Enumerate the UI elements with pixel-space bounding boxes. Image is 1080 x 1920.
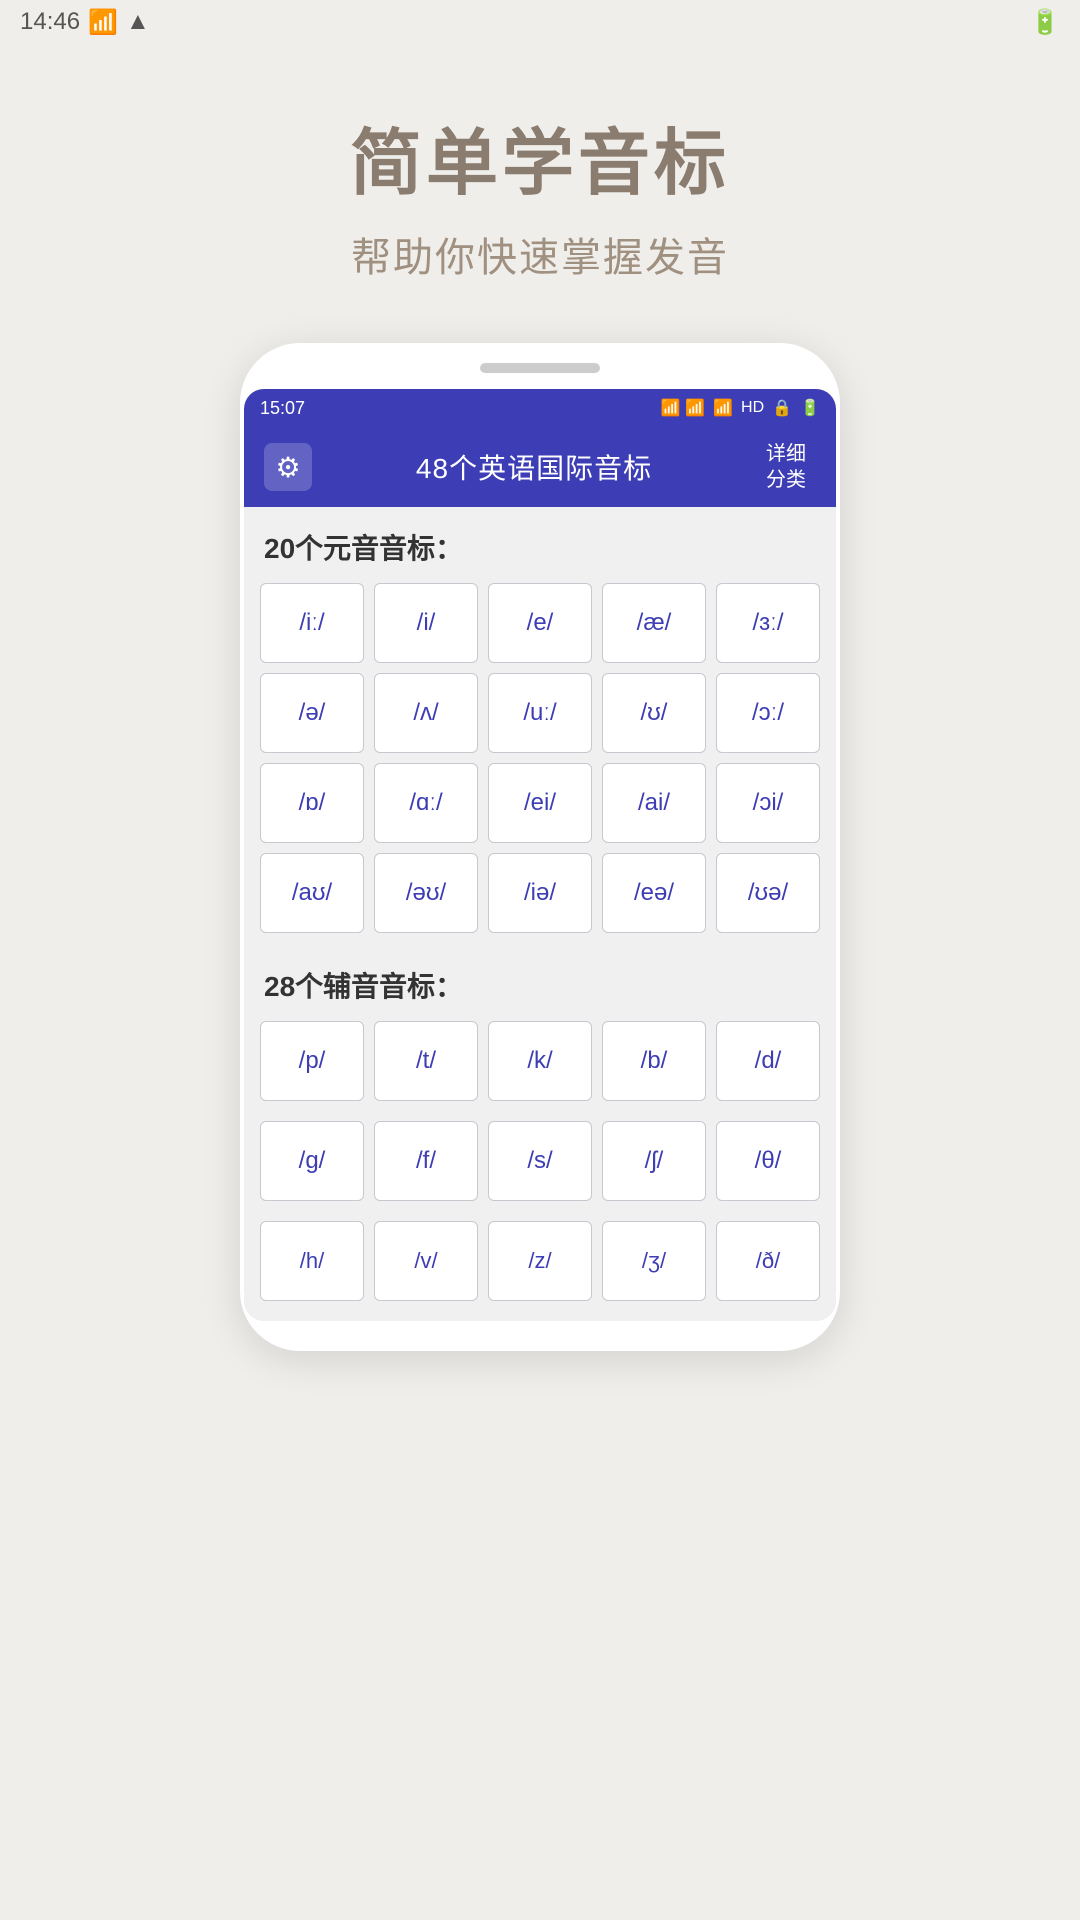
detail-classification-button[interactable]: 详细 分类 bbox=[756, 441, 816, 493]
phoneme-cell[interactable]: /æ/ bbox=[602, 583, 706, 663]
vowels-section-title: 20个元音音标： bbox=[260, 527, 820, 567]
phoneme-cell[interactable]: /ʌ/ bbox=[374, 673, 478, 753]
inner-signal-icon: 📶 📶 bbox=[661, 398, 705, 418]
phone-screen: 15:07 📶 📶 📶 HD 🔒 🔋 ⚙ 48个英语国际音标 详细 分类 20个… bbox=[244, 389, 836, 1321]
app-header: ⚙ 48个英语国际音标 详细 分类 bbox=[244, 427, 836, 507]
phoneme-cell[interactable]: /əʊ/ bbox=[374, 853, 478, 933]
inner-battery-icon: 🔋 bbox=[800, 398, 820, 418]
time-display: 14:46 bbox=[20, 8, 80, 36]
phoneme-cell[interactable]: /iə/ bbox=[488, 853, 592, 933]
inner-lock-icon: 🔒 bbox=[772, 398, 792, 418]
phone-notch bbox=[480, 363, 600, 373]
phoneme-cell[interactable]: /ʊ/ bbox=[602, 673, 706, 753]
inner-hd-icon: HD bbox=[741, 399, 764, 417]
phoneme-cell[interactable]: /ʊə/ bbox=[716, 853, 820, 933]
phoneme-cell[interactable]: /ɔi/ bbox=[716, 763, 820, 843]
phoneme-cell[interactable]: /b/ bbox=[602, 1021, 706, 1101]
phoneme-cell[interactable]: /d/ bbox=[716, 1021, 820, 1101]
inner-status-bar: 15:07 📶 📶 📶 HD 🔒 🔋 bbox=[244, 389, 836, 427]
phoneme-cell[interactable]: /ə/ bbox=[260, 673, 364, 753]
phoneme-cell[interactable]: /ai/ bbox=[602, 763, 706, 843]
inner-wifi-icon: 📶 bbox=[713, 398, 733, 418]
phoneme-cell[interactable]: /ɔː/ bbox=[716, 673, 820, 753]
battery-icon: 🔋 bbox=[1030, 8, 1060, 37]
consonants-grid-row3: /h//v//z//ʒ//ð/ bbox=[260, 1221, 820, 1301]
status-right: 🔋 bbox=[1030, 8, 1060, 37]
phoneme-cell[interactable]: /aʊ/ bbox=[260, 853, 364, 933]
outer-status-bar: 14:46 📶 ▲ 🔋 bbox=[0, 0, 1080, 44]
phoneme-cell[interactable]: /ɒ/ bbox=[260, 763, 364, 843]
phoneme-cell[interactable]: /f/ bbox=[374, 1121, 478, 1201]
status-left: 14:46 📶 ▲ bbox=[20, 8, 150, 37]
hero-subtitle: 帮助你快速掌握发音 bbox=[350, 225, 730, 283]
phoneme-cell[interactable]: /h/ bbox=[260, 1221, 364, 1301]
phoneme-cell[interactable]: /s/ bbox=[488, 1121, 592, 1201]
phoneme-cell[interactable]: /z/ bbox=[488, 1221, 592, 1301]
phoneme-cell[interactable]: /ʒ/ bbox=[602, 1221, 706, 1301]
phoneme-cell[interactable]: /ɜː/ bbox=[716, 583, 820, 663]
phoneme-cell[interactable]: /i/ bbox=[374, 583, 478, 663]
header-title: 48个英语国际音标 bbox=[312, 447, 756, 487]
consonants-grid-row1: /p//t//k//b//d/ bbox=[260, 1021, 820, 1101]
phoneme-cell[interactable]: /v/ bbox=[374, 1221, 478, 1301]
phoneme-cell[interactable]: /iː/ bbox=[260, 583, 364, 663]
phoneme-cell[interactable]: /θ/ bbox=[716, 1121, 820, 1201]
vowels-grid: /iː//i//e//æ//ɜː/ /ə//ʌ//uː//ʊ//ɔː/ /ɒ//ɑː… bbox=[260, 583, 820, 933]
phoneme-cell[interactable]: /eə/ bbox=[602, 853, 706, 933]
section-divider bbox=[260, 953, 820, 965]
inner-status-right: 📶 📶 📶 HD 🔒 🔋 bbox=[661, 398, 820, 418]
phone-mockup: 15:07 📶 📶 📶 HD 🔒 🔋 ⚙ 48个英语国际音标 详细 分类 20个… bbox=[240, 343, 840, 1351]
phoneme-cell[interactable]: /g/ bbox=[260, 1121, 364, 1201]
phoneme-cell[interactable]: /ɑː/ bbox=[374, 763, 478, 843]
inner-time: 15:07 bbox=[260, 398, 305, 419]
consonants-section-title: 28个辅音音标： bbox=[260, 965, 820, 1005]
phoneme-cell[interactable]: /t/ bbox=[374, 1021, 478, 1101]
phoneme-cell[interactable]: /ʃ/ bbox=[602, 1121, 706, 1201]
signal-icon: 📶 bbox=[88, 8, 118, 37]
phoneme-cell[interactable]: /uː/ bbox=[488, 673, 592, 753]
gear-icon[interactable]: ⚙ bbox=[264, 443, 312, 491]
phoneme-cell[interactable]: /ð/ bbox=[716, 1221, 820, 1301]
phoneme-cell[interactable]: /k/ bbox=[488, 1021, 592, 1101]
hero-section: 简单学音标 帮助你快速掌握发音 bbox=[350, 104, 730, 283]
phoneme-cell[interactable]: /p/ bbox=[260, 1021, 364, 1101]
hero-title: 简单学音标 bbox=[350, 104, 730, 209]
phoneme-cell[interactable]: /ei/ bbox=[488, 763, 592, 843]
phoneme-cell[interactable]: /e/ bbox=[488, 583, 592, 663]
consonants-grid-row2: /g//f//s//ʃ//θ/ bbox=[260, 1121, 820, 1201]
content-area: 20个元音音标： /iː//i//e//æ//ɜː//ə//ʌ//uː//ʊ//… bbox=[244, 507, 836, 1321]
wifi-icon: ▲ bbox=[126, 8, 150, 36]
